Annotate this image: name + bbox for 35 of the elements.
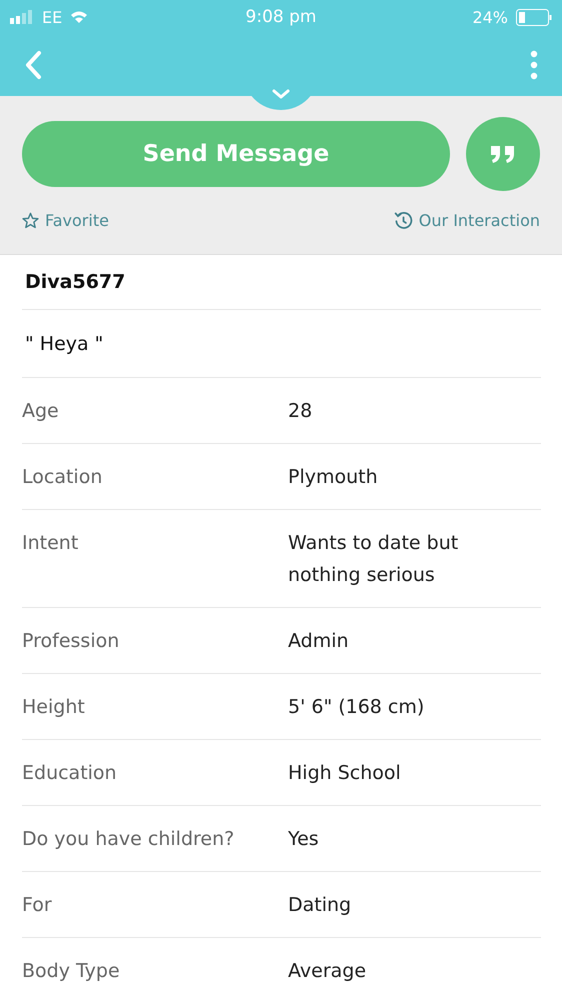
- field-value: Admin: [288, 629, 350, 654]
- favorite-link[interactable]: Favorite: [22, 211, 109, 230]
- wifi-icon: [70, 10, 88, 24]
- field-label: Profession: [22, 629, 120, 654]
- field-label: Body Type: [22, 959, 121, 984]
- field-label: Do you have children?: [22, 827, 236, 852]
- battery-icon: [516, 8, 552, 26]
- field-value: Dating: [288, 893, 352, 918]
- back-icon[interactable]: [24, 50, 42, 80]
- star-icon: [22, 212, 39, 229]
- more-icon[interactable]: [530, 50, 538, 80]
- field-value: 5' 6" (168 cm): [288, 695, 426, 720]
- signal-icon: [10, 10, 34, 24]
- battery-percent: 24%: [472, 8, 508, 26]
- field-label: Intent: [22, 531, 80, 556]
- quote-icon: [489, 144, 517, 164]
- username: Diva5677: [24, 271, 126, 293]
- field-label: Height: [22, 695, 86, 720]
- field-value: Wants to date but nothing serious: [288, 531, 460, 588]
- field-value: High School: [288, 761, 402, 786]
- field-label: Education: [22, 761, 118, 786]
- field-value: 28: [288, 399, 314, 424]
- profile-tagline: " Heya ": [24, 332, 104, 354]
- status-time: 9:08 pm: [246, 7, 316, 27]
- chevron-down-icon: [271, 88, 291, 100]
- history-icon: [394, 211, 413, 230]
- field-label: Location: [22, 465, 104, 490]
- send-message-button[interactable]: Send Message: [22, 121, 450, 187]
- field-label: Age: [22, 399, 60, 424]
- interaction-link[interactable]: Our Interaction: [394, 211, 540, 230]
- carrier-name: EE: [42, 8, 62, 26]
- field-label: For: [22, 893, 53, 918]
- field-value: Yes: [288, 827, 320, 852]
- field-value: Plymouth: [288, 465, 379, 490]
- field-value: Average: [288, 959, 368, 984]
